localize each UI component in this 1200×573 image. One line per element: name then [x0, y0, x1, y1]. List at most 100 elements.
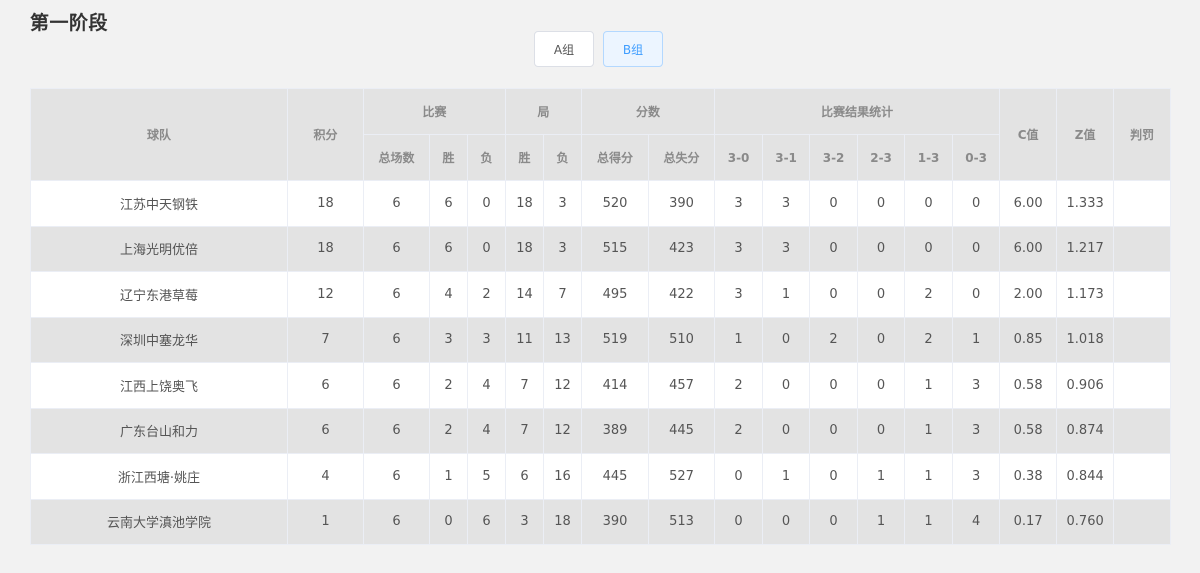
set-loss-cell: 16 — [543, 453, 583, 500]
header-result-3-0[interactable]: 3-0 — [714, 134, 764, 181]
result-3-0-cell: 2 — [714, 362, 764, 409]
total-matches-cell: 6 — [363, 407, 430, 454]
penalty-cell — [1113, 316, 1172, 363]
points-cell: 18 — [287, 180, 364, 227]
result-2-3-cell: 0 — [857, 316, 906, 363]
tab-group-b[interactable]: B组 — [603, 31, 663, 67]
header-result-2-3[interactable]: 2-3 — [857, 134, 906, 181]
result-2-3-cell: 1 — [857, 453, 906, 500]
result-3-0-cell: 1 — [714, 316, 764, 363]
table-row[interactable]: 深圳中塞龙华 7 6 3 3 11 13 519 510 1 0 2 0 2 1 0.85 1.018 — [30, 316, 1172, 363]
team-cell: 辽宁东港草莓 — [30, 271, 288, 318]
match-win-cell: 2 — [429, 362, 468, 409]
points-against-cell: 510 — [648, 316, 716, 363]
points-cell: 12 — [287, 271, 364, 318]
c-value-cell: 0.17 — [999, 498, 1058, 545]
header-result-0-3[interactable]: 0-3 — [952, 134, 1001, 181]
points-against-cell: 457 — [648, 362, 716, 409]
table-row[interactable]: 上海光明优倍 18 6 6 0 18 3 515 423 3 3 0 0 0 0 6.00 1.217 — [30, 225, 1172, 272]
header-match-loss[interactable]: 负 — [466, 134, 507, 181]
result-0-3-cell: 4 — [952, 498, 1001, 545]
points-cell: 7 — [287, 316, 364, 363]
header-result-3-2[interactable]: 3-2 — [809, 134, 859, 181]
header-c-value[interactable]: C值 — [999, 88, 1058, 181]
c-value-cell: 6.00 — [999, 180, 1058, 227]
match-win-cell: 1 — [429, 453, 468, 500]
result-3-0-cell: 3 — [714, 180, 764, 227]
table-row[interactable]: 云南大学滇池学院 1 6 0 6 3 18 390 513 0 0 0 1 1 4 0.17 0.760 — [30, 498, 1172, 545]
result-0-3-cell: 1 — [952, 316, 1001, 363]
points-for-cell: 445 — [581, 453, 650, 500]
table-body: 江苏中天钢铁 18 6 6 0 18 3 520 390 3 3 0 0 0 0 6.00 1.333 上海光明优… — [30, 180, 1172, 545]
set-win-cell: 3 — [505, 498, 545, 545]
result-3-2-cell: 0 — [809, 407, 859, 454]
result-2-3-cell: 0 — [857, 271, 906, 318]
z-value-cell: 1.217 — [1056, 225, 1115, 272]
match-loss-cell: 0 — [466, 225, 507, 272]
penalty-cell — [1113, 225, 1172, 272]
result-3-2-cell: 0 — [809, 271, 859, 318]
header-points-against[interactable]: 总失分 — [648, 134, 716, 181]
c-value-cell: 6.00 — [999, 225, 1058, 272]
header-points[interactable]: 积分 — [287, 88, 364, 181]
header-penalty[interactable]: 判罚 — [1113, 88, 1172, 181]
team-cell: 江西上饶奥飞 — [30, 362, 288, 409]
table-row[interactable]: 江苏中天钢铁 18 6 6 0 18 3 520 390 3 3 0 0 0 0 6.00 1.333 — [30, 180, 1172, 227]
table-row[interactable]: 辽宁东港草莓 12 6 4 2 14 7 495 422 3 1 0 0 2 0 2.00 1.173 — [30, 271, 1172, 318]
result-3-1-cell: 1 — [762, 453, 811, 500]
header-result-3-1[interactable]: 3-1 — [762, 134, 811, 181]
result-3-1-cell: 0 — [762, 316, 811, 363]
result-1-3-cell: 1 — [904, 498, 954, 545]
z-value-cell: 0.760 — [1056, 498, 1115, 545]
c-value-cell: 0.58 — [999, 407, 1058, 454]
match-loss-cell: 4 — [466, 362, 507, 409]
set-win-cell: 18 — [505, 180, 545, 227]
result-3-2-cell: 0 — [809, 498, 859, 545]
set-loss-cell: 13 — [543, 316, 583, 363]
match-loss-cell: 3 — [466, 316, 507, 363]
set-loss-cell: 3 — [543, 225, 583, 272]
header-total-matches[interactable]: 总场数 — [363, 134, 430, 181]
result-1-3-cell: 2 — [904, 271, 954, 318]
header-set-loss[interactable]: 负 — [543, 134, 583, 181]
header-set-win[interactable]: 胜 — [505, 134, 545, 181]
match-loss-cell: 2 — [466, 271, 507, 318]
total-matches-cell: 6 — [363, 225, 430, 272]
points-for-cell: 520 — [581, 180, 650, 227]
header-match-win[interactable]: 胜 — [429, 134, 468, 181]
result-3-0-cell: 0 — [714, 498, 764, 545]
total-matches-cell: 6 — [363, 362, 430, 409]
z-value-cell: 1.333 — [1056, 180, 1115, 227]
table-row[interactable]: 浙江西塘·姚庄 4 6 1 5 6 16 445 527 0 1 0 1 1 3 0.38 0.844 — [30, 453, 1172, 500]
result-0-3-cell: 0 — [952, 180, 1001, 227]
c-value-cell: 2.00 — [999, 271, 1058, 318]
header-z-value[interactable]: Z值 — [1056, 88, 1115, 181]
penalty-cell — [1113, 407, 1172, 454]
header-points-for[interactable]: 总得分 — [581, 134, 650, 181]
points-for-cell: 389 — [581, 407, 650, 454]
team-cell: 江苏中天钢铁 — [30, 180, 288, 227]
total-matches-cell: 6 — [363, 498, 430, 545]
result-1-3-cell: 1 — [904, 362, 954, 409]
set-loss-cell: 12 — [543, 362, 583, 409]
points-for-cell: 515 — [581, 225, 650, 272]
result-3-1-cell: 1 — [762, 271, 811, 318]
tab-group-a[interactable]: A组 — [534, 31, 594, 67]
result-2-3-cell: 0 — [857, 180, 906, 227]
points-against-cell: 390 — [648, 180, 716, 227]
match-win-cell: 6 — [429, 180, 468, 227]
points-cell: 18 — [287, 225, 364, 272]
result-2-3-cell: 1 — [857, 498, 906, 545]
z-value-cell: 0.874 — [1056, 407, 1115, 454]
result-0-3-cell: 3 — [952, 362, 1001, 409]
result-3-2-cell: 0 — [809, 453, 859, 500]
table-row[interactable]: 江西上饶奥飞 6 6 2 4 7 12 414 457 2 0 0 0 1 3 0.58 0.906 — [30, 362, 1172, 409]
header-team[interactable]: 球队 — [30, 88, 288, 181]
result-1-3-cell: 0 — [904, 225, 954, 272]
set-win-cell: 7 — [505, 407, 545, 454]
match-win-cell: 3 — [429, 316, 468, 363]
points-cell: 6 — [287, 407, 364, 454]
result-0-3-cell: 0 — [952, 271, 1001, 318]
table-row[interactable]: 广东台山和力 6 6 2 4 7 12 389 445 2 0 0 0 1 3 0.58 0.874 — [30, 407, 1172, 454]
header-result-1-3[interactable]: 1-3 — [904, 134, 954, 181]
